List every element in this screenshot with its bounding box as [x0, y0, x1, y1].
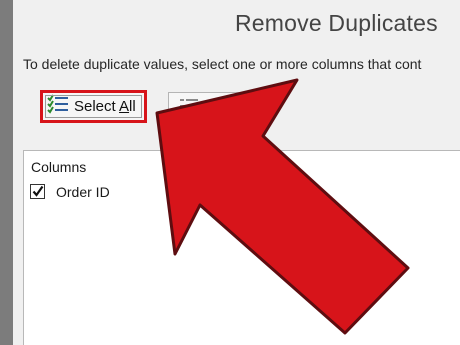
wikihow-watermark: wikiHow — [393, 322, 452, 339]
red-pointer-arrow-icon — [155, 78, 410, 335]
